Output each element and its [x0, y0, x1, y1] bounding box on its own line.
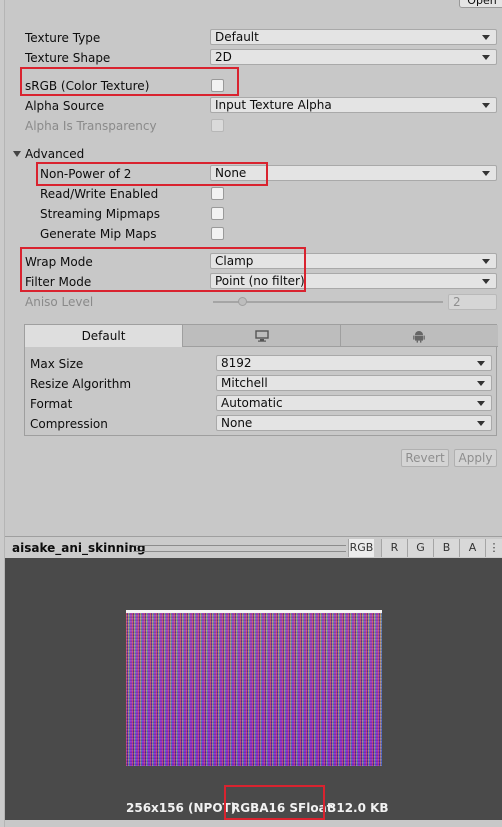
compression-dropdown[interactable]: None [216, 415, 492, 431]
more-options-icon[interactable]: ⋮ [485, 539, 502, 557]
resize-algorithm-label: Resize Algorithm [30, 377, 132, 391]
advanced-foldout-label[interactable]: Advanced [25, 146, 84, 162]
streaming-mipmaps-label: Streaming Mipmaps [40, 207, 161, 221]
chevron-down-icon [477, 401, 485, 406]
monitor-icon [255, 330, 269, 342]
texture-format-info: RGBA16 SFloat [231, 801, 333, 815]
revert-button[interactable]: Revert [401, 449, 449, 467]
texture-preview-area: 256x156 (NPOT) RGBA16 SFloat 312.0 KB [5, 558, 502, 820]
generate-mipmaps-label: Generate Mip Maps [40, 227, 157, 241]
chevron-down-icon [482, 103, 490, 108]
drag-handle-lines[interactable] [133, 545, 346, 552]
alpha-transparency-checkbox [211, 119, 224, 132]
format-value: Automatic [221, 396, 283, 410]
read-write-label: Read/Write Enabled [40, 187, 159, 201]
texture-size-info: 256x156 (NPOT) [126, 801, 237, 815]
format-label: Format [30, 397, 73, 411]
wrap-mode-dropdown[interactable]: Clamp [210, 253, 497, 269]
resize-algorithm-dropdown[interactable]: Mitchell [216, 375, 492, 391]
channel-rgb-button[interactable]: RGB [348, 539, 374, 557]
texture-type-label: Texture Type [25, 31, 101, 45]
tab-default-label: Default [81, 329, 126, 343]
alpha-transparency-label: Alpha Is Transparency [25, 119, 157, 133]
texture-shape-label: Texture Shape [25, 51, 111, 65]
apply-button[interactable]: Apply [454, 449, 497, 467]
texture-preview-top-edge [126, 610, 382, 613]
open-button[interactable]: Open [459, 0, 502, 8]
tab-android[interactable] [341, 325, 498, 347]
filter-mode-value: Point (no filter) [215, 274, 305, 288]
texture-preview-image [126, 610, 382, 766]
resize-algorithm-value: Mitchell [221, 376, 268, 390]
texture-memory-info: 312.0 KB [328, 801, 389, 815]
channel-a-button[interactable]: A [459, 539, 485, 557]
streaming-mipmaps-checkbox[interactable] [211, 207, 224, 220]
preview-header: aisake_ani_skinning RGB R G B A ⋮ [5, 536, 502, 558]
srgb-label: sRGB (Color Texture) [25, 79, 150, 93]
foldout-arrow-icon[interactable] [13, 151, 21, 157]
compression-value: None [221, 416, 253, 430]
wrap-mode-value: Clamp [215, 254, 254, 268]
max-size-value: 8192 [221, 356, 252, 370]
chevron-down-icon [482, 55, 490, 60]
npot-value: None [215, 166, 247, 180]
wrap-mode-label: Wrap Mode [25, 255, 93, 269]
preview-title: aisake_ani_skinning [12, 541, 146, 555]
max-size-dropdown[interactable]: 8192 [216, 355, 492, 371]
texture-type-dropdown[interactable]: Default [210, 29, 497, 45]
aniso-level-field: 2 [448, 294, 497, 310]
tab-standalone[interactable] [183, 325, 341, 347]
format-dropdown[interactable]: Automatic [216, 395, 492, 411]
aniso-slider-track [213, 301, 443, 303]
chevron-down-icon [482, 35, 490, 40]
bottom-status-strip [5, 820, 502, 827]
channel-b-button[interactable]: B [433, 539, 459, 557]
npot-label: Non-Power of 2 [40, 167, 132, 181]
chevron-down-icon [477, 361, 485, 366]
texture-shape-dropdown[interactable]: 2D [210, 49, 497, 65]
platform-settings-box: Default Max Size 8192 Resize Algorithm M… [24, 324, 498, 436]
compression-label: Compression [30, 417, 108, 431]
npot-dropdown[interactable]: None [210, 165, 497, 181]
alpha-source-dropdown[interactable]: Input Texture Alpha [210, 97, 497, 113]
texture-type-value: Default [215, 30, 259, 44]
aniso-level-label: Aniso Level [25, 295, 94, 309]
chevron-down-icon [482, 259, 490, 264]
tab-default[interactable]: Default [25, 325, 183, 347]
filter-mode-label: Filter Mode [25, 275, 92, 289]
android-icon [413, 331, 425, 343]
alpha-source-label: Alpha Source [25, 99, 105, 113]
alpha-source-value: Input Texture Alpha [215, 98, 332, 112]
filter-mode-dropdown[interactable]: Point (no filter) [210, 273, 497, 289]
channel-r-button[interactable]: R [381, 539, 407, 557]
aniso-slider-thumb [238, 297, 247, 306]
max-size-label: Max Size [30, 357, 84, 371]
channel-g-button[interactable]: G [407, 539, 433, 557]
chevron-down-icon [482, 171, 490, 176]
read-write-checkbox[interactable] [211, 187, 224, 200]
chevron-down-icon [477, 421, 485, 426]
generate-mipmaps-checkbox[interactable] [211, 227, 224, 240]
srgb-checkbox[interactable] [211, 79, 224, 92]
chevron-down-icon [477, 381, 485, 386]
chevron-down-icon [482, 279, 490, 284]
texture-shape-value: 2D [215, 50, 232, 64]
